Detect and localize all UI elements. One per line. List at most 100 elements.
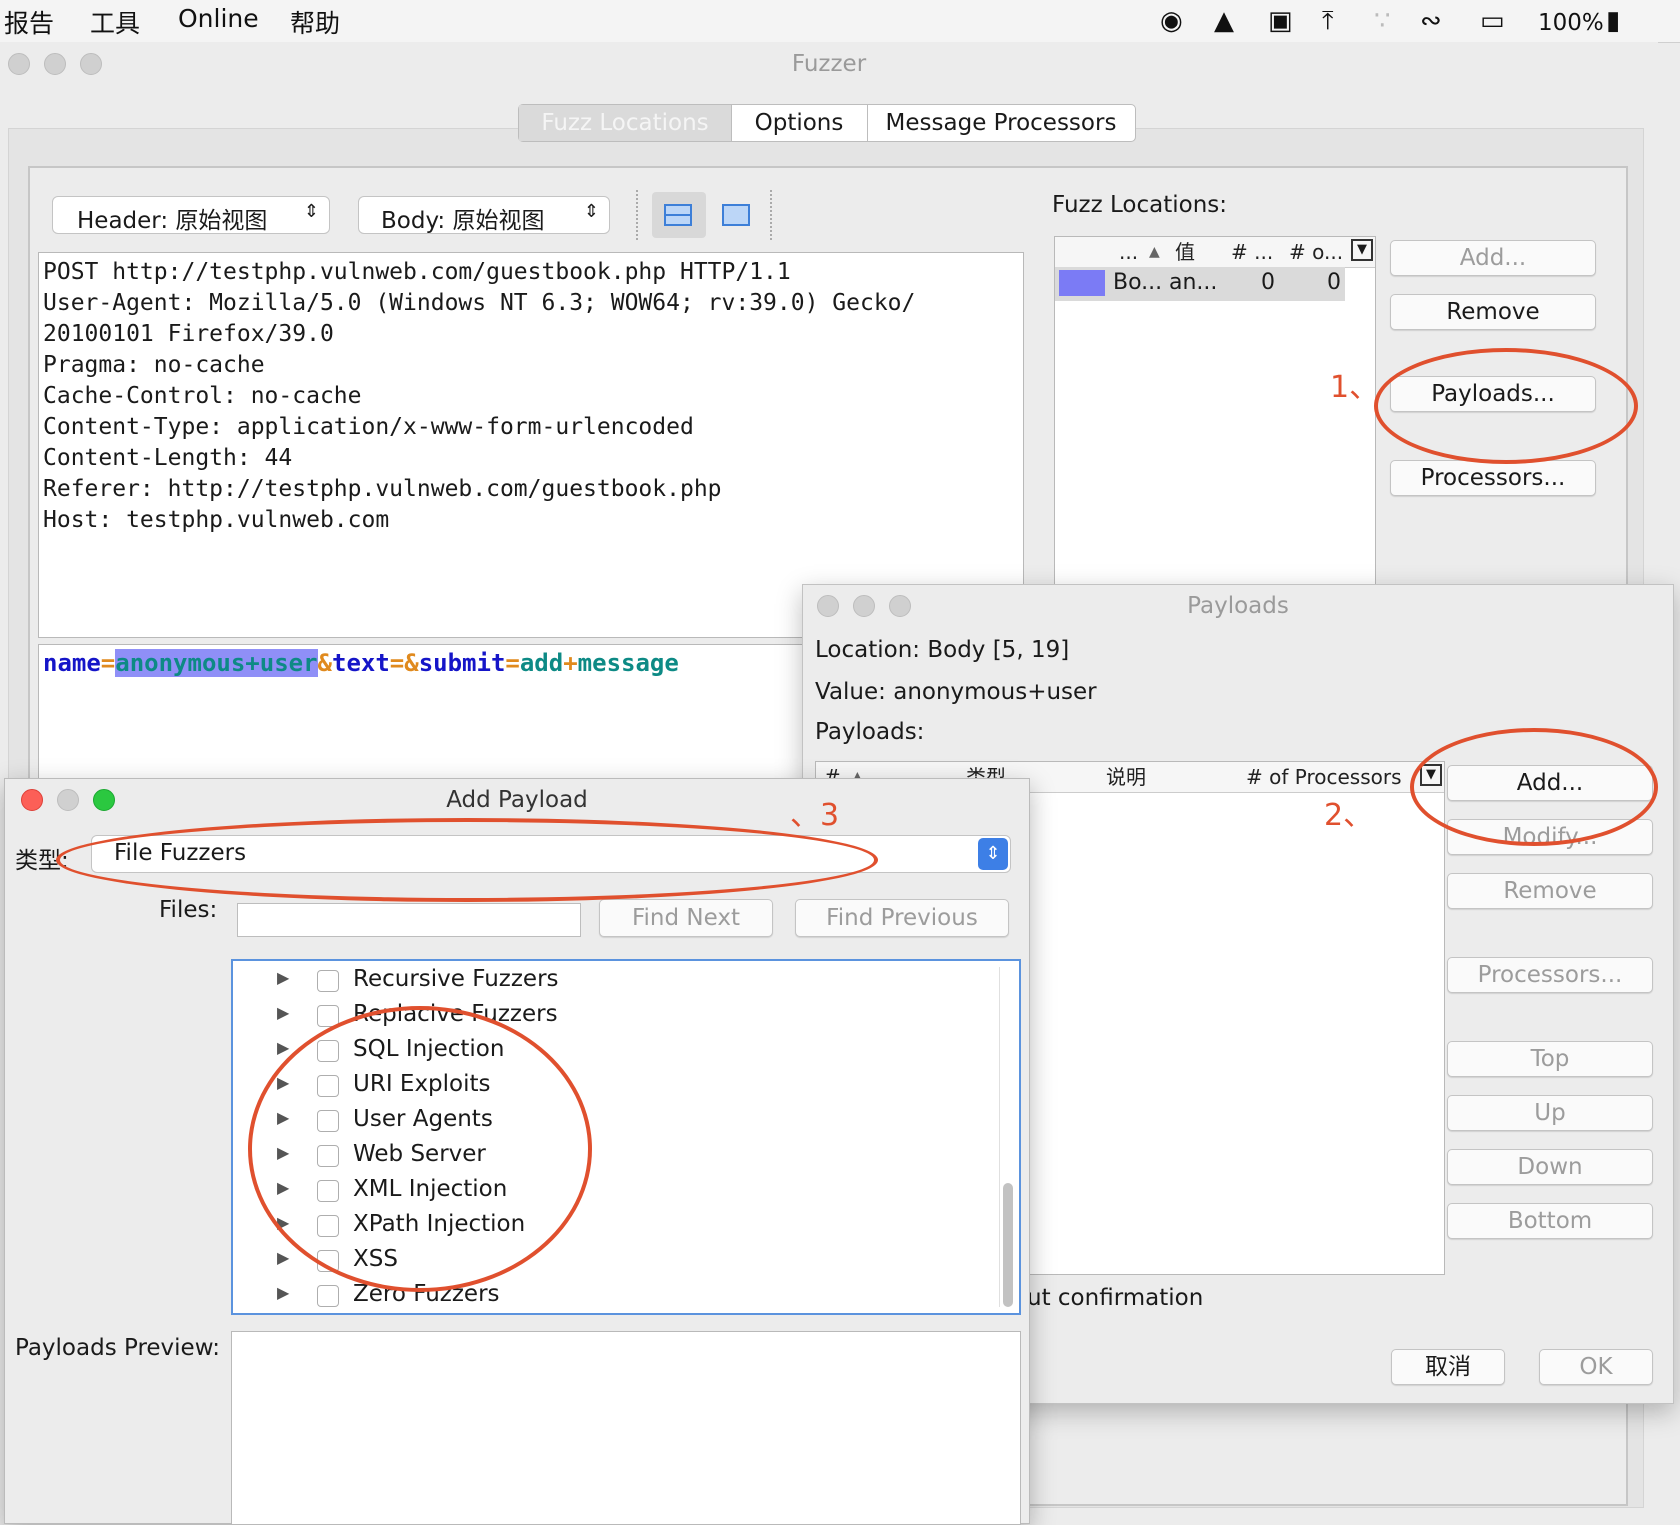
- zoom-light-icon[interactable]: [889, 595, 911, 617]
- expand-icon[interactable]: ▶: [277, 1003, 289, 1022]
- tree-item-label: SQL Injection: [353, 1036, 505, 1062]
- minimize-light-icon[interactable]: [57, 789, 79, 811]
- checkbox[interactable]: [317, 1250, 339, 1272]
- checkbox[interactable]: [317, 1040, 339, 1062]
- body-eq: =: [100, 649, 116, 677]
- add-payload-title: Add Payload: [5, 779, 1029, 821]
- files-search-input[interactable]: [237, 903, 581, 937]
- find-previous-button[interactable]: Find Previous: [795, 899, 1009, 937]
- payload-type-select[interactable]: File Fuzzers ⇕: [91, 835, 1011, 873]
- checkbox[interactable]: [317, 970, 339, 992]
- tab-fuzz-locations[interactable]: Fuzz Locations: [519, 105, 732, 141]
- expand-icon[interactable]: ▶: [277, 1143, 289, 1162]
- docker-icon[interactable]: ▣: [1268, 4, 1293, 38]
- menu-tools[interactable]: 工具: [90, 4, 140, 40]
- payload-type-value: File Fuzzers: [114, 840, 247, 866]
- add-location-button[interactable]: Add...: [1390, 240, 1596, 276]
- split-horizontal-button[interactable]: [652, 192, 706, 238]
- payloads-preview-label: Payloads Preview:: [15, 1335, 221, 1361]
- checkbox[interactable]: [317, 1145, 339, 1167]
- wifi-icon[interactable]: ∾: [1420, 4, 1442, 38]
- fuzz-locations-table[interactable]: ... ▲ 值 # ... # o... ▼ Bo... an... 0 0: [1054, 236, 1376, 636]
- close-light-icon[interactable]: [21, 789, 43, 811]
- checkbox[interactable]: [317, 1075, 339, 1097]
- loc-header-count[interactable]: # ...: [1231, 237, 1273, 267]
- tree-item-label: XPath Injection: [353, 1211, 526, 1237]
- menu-online[interactable]: Online: [178, 4, 259, 33]
- ok-button[interactable]: OK: [1539, 1349, 1653, 1385]
- airplay-icon[interactable]: ▭: [1480, 4, 1505, 38]
- qq-icon[interactable]: ▲: [1214, 4, 1234, 38]
- loc-row-selected[interactable]: Bo... an... 0 0: [1055, 267, 1345, 301]
- expand-icon[interactable]: ▶: [277, 968, 289, 987]
- payload-header-processors[interactable]: # of Processors: [1246, 762, 1402, 792]
- expand-icon[interactable]: ▶: [277, 1283, 289, 1302]
- wechat-icon[interactable]: ◉: [1160, 4, 1183, 38]
- processors-button[interactable]: Processors...: [1390, 460, 1596, 496]
- payloads-preview-area[interactable]: [231, 1331, 1021, 1525]
- fuzz-locations-label: Fuzz Locations:: [1052, 192, 1228, 218]
- request-header-pane[interactable]: POST http://testphp.vulnweb.com/guestboo…: [38, 252, 1024, 638]
- remove-location-button[interactable]: Remove: [1390, 294, 1596, 330]
- menu-help[interactable]: 帮助: [290, 4, 340, 40]
- expand-icon[interactable]: ▶: [277, 1073, 289, 1092]
- bluetooth-icon[interactable]: ∵: [1374, 4, 1391, 38]
- payloads-label: Payloads:: [815, 719, 925, 745]
- checkbox[interactable]: [317, 1215, 339, 1237]
- upload-icon[interactable]: ⤒: [1322, 4, 1334, 38]
- menu-bar: 报告 工具 Online 帮助 ◉ ▲ ▣ ⤒ ∵ ∾ ▭ 100% ▮: [0, 0, 1680, 43]
- column-chooser-icon[interactable]: ▼: [1351, 239, 1373, 261]
- header-view-select[interactable]: Header: 原始视图 ⇕: [52, 196, 330, 234]
- payload-header-desc[interactable]: 说明: [1106, 762, 1146, 792]
- body-view-select[interactable]: Body: 原始视图 ⇕: [358, 196, 610, 234]
- checkbox[interactable]: [317, 1005, 339, 1027]
- minimize-light-icon[interactable]: [44, 53, 66, 75]
- payloads-title: Payloads: [803, 585, 1673, 627]
- value-info: Value: anonymous+user: [815, 679, 1097, 705]
- loc-header-value[interactable]: 值: [1175, 237, 1195, 267]
- checkbox[interactable]: [317, 1180, 339, 1202]
- expand-icon[interactable]: ▶: [277, 1178, 289, 1197]
- find-next-button[interactable]: Find Next: [599, 899, 773, 937]
- checkbox[interactable]: [317, 1110, 339, 1132]
- tab-message-processors[interactable]: Message Processors: [867, 105, 1135, 141]
- expand-icon[interactable]: ▶: [277, 1213, 289, 1232]
- expand-icon[interactable]: ▶: [277, 1108, 289, 1127]
- fuzz-selection[interactable]: anonymous+user: [115, 649, 318, 677]
- add-payload-button[interactable]: Add...: [1447, 765, 1653, 801]
- up-button[interactable]: Up: [1447, 1095, 1653, 1131]
- zoom-light-icon[interactable]: [80, 53, 102, 75]
- split-single-button[interactable]: [710, 192, 764, 238]
- close-light-icon[interactable]: [8, 53, 30, 75]
- request-line: Content-Length: 44: [43, 445, 293, 471]
- top-button[interactable]: Top: [1447, 1041, 1653, 1077]
- request-line: Referer: http://testphp.vulnweb.com/gues…: [43, 476, 722, 502]
- checkbox[interactable]: [317, 1285, 339, 1307]
- close-light-icon[interactable]: [817, 595, 839, 617]
- loc-header-processors[interactable]: # o...: [1289, 237, 1343, 267]
- zoom-light-icon[interactable]: [93, 789, 115, 811]
- confirmation-text: ut confirmation: [1027, 1285, 1204, 1311]
- remove-payload-button[interactable]: Remove: [1447, 873, 1653, 909]
- request-line: Cache-Control: no-cache: [43, 383, 362, 409]
- expand-icon[interactable]: ▶: [277, 1248, 289, 1267]
- bottom-button[interactable]: Bottom: [1447, 1203, 1653, 1239]
- down-button[interactable]: Down: [1447, 1149, 1653, 1185]
- minimize-light-icon[interactable]: [853, 595, 875, 617]
- tree-item-label: Zero Fuzzers: [353, 1281, 500, 1307]
- loc-header-col[interactable]: ...: [1119, 237, 1138, 267]
- column-chooser-icon[interactable]: ▼: [1420, 764, 1442, 786]
- chevron-updown-icon[interactable]: ⇕: [978, 838, 1008, 870]
- payload-processors-button[interactable]: Processors...: [1447, 957, 1653, 993]
- scrollbar-thumb[interactable]: [1003, 1183, 1013, 1307]
- payloads-button[interactable]: Payloads...: [1390, 376, 1596, 412]
- request-line: Host: testphp.vulnweb.com: [43, 507, 390, 533]
- battery-icon[interactable]: ▮: [1606, 4, 1620, 38]
- tab-options[interactable]: Options: [731, 105, 868, 141]
- cancel-button[interactable]: 取消: [1391, 1349, 1505, 1385]
- modify-payload-button[interactable]: Modify...: [1447, 819, 1653, 855]
- tree-item-label: Recursive Fuzzers: [353, 966, 559, 992]
- file-tree[interactable]: ▶ Recursive Fuzzers ▶ Replacive Fuzzers ▶ S…: [231, 959, 1021, 1315]
- menu-report[interactable]: 报告: [4, 4, 54, 40]
- expand-icon[interactable]: ▶: [277, 1038, 289, 1057]
